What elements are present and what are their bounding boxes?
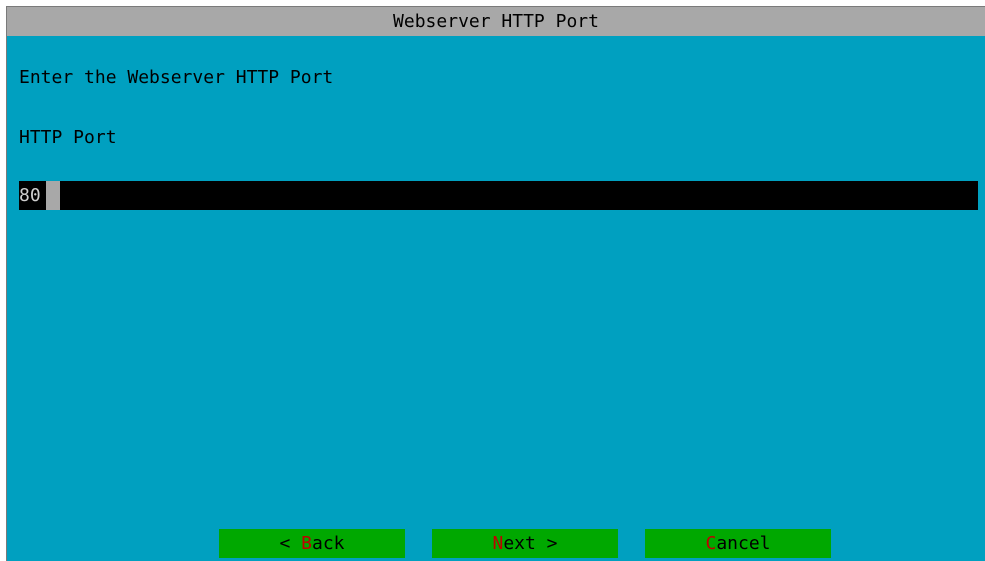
next-button-rest: ext >: [503, 533, 558, 554]
text-cursor: [46, 181, 60, 210]
back-button[interactable]: < Back: [219, 529, 405, 558]
back-button-hotkey: B: [301, 533, 312, 554]
dialog-window: Webserver HTTP Port Enter the Webserver …: [6, 6, 985, 561]
dialog-title: Webserver HTTP Port: [7, 7, 985, 36]
cancel-button-hotkey: C: [705, 533, 717, 554]
cancel-button[interactable]: Cancel: [645, 529, 831, 558]
next-button-hotkey: N: [492, 533, 504, 554]
prompt-text: Enter the Webserver HTTP Port: [19, 67, 334, 88]
http-port-label: HTTP Port: [19, 127, 117, 148]
next-button[interactable]: Next >: [432, 529, 618, 558]
cancel-button-rest: ancel: [716, 533, 771, 554]
back-button-prefix: <: [279, 533, 302, 554]
http-port-input[interactable]: 80: [19, 181, 978, 210]
back-button-rest: ack: [312, 533, 345, 554]
http-port-value[interactable]: 80: [19, 181, 41, 210]
